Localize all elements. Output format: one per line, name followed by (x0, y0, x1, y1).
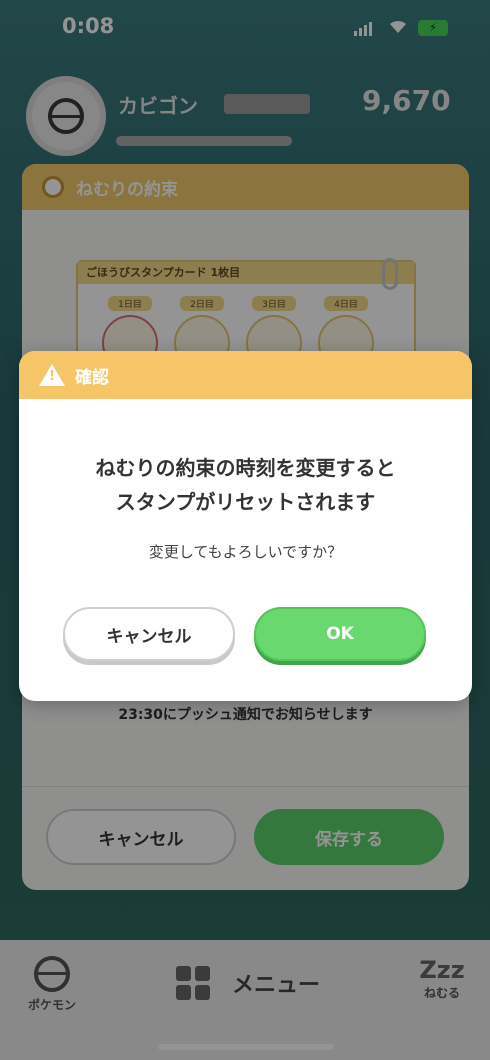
confirm-dialog: ! 確認 ねむりの約束の時刻を変更すると スタンプがリセットされます 変更しても… (19, 351, 472, 701)
confirm-title: 確認 (75, 367, 109, 388)
confirm-header: ! 確認 (19, 351, 472, 399)
warning-triangle-icon: ! (39, 364, 65, 386)
confirm-ok-button[interactable]: OK (254, 607, 426, 661)
confirm-message-line-1: ねむりの約束の時刻を変更すると (95, 456, 396, 480)
confirm-question: 変更してもよろしいですか？ (148, 543, 343, 561)
confirm-cancel-button[interactable]: キャンセル (63, 607, 235, 661)
confirm-body: ねむりの約束の時刻を変更すると スタンプがリセットされます 変更してもよろしいで… (19, 399, 472, 562)
confirm-message-line-2: スタンプがリセットされます (115, 490, 376, 514)
